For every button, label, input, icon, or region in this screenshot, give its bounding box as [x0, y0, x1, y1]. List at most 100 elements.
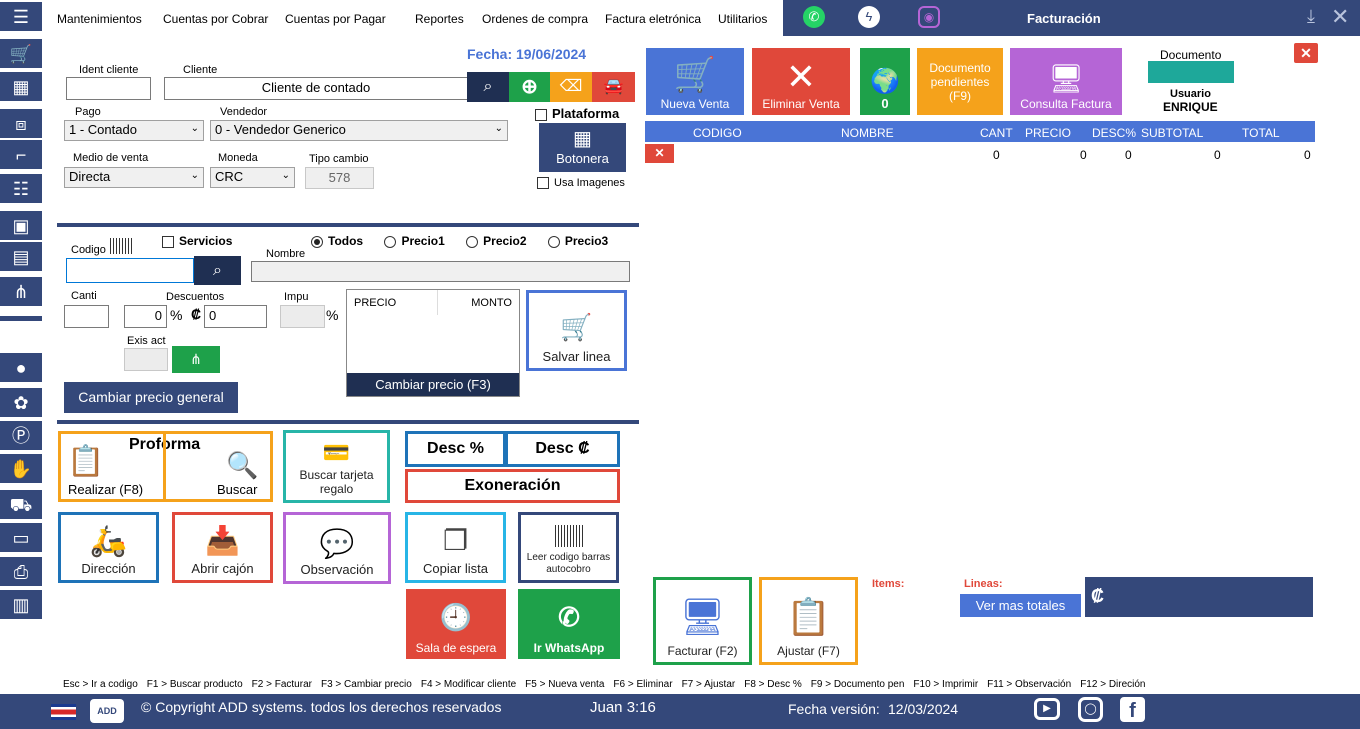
proforma-realizar-button[interactable]: Realizar (F8)	[68, 482, 143, 497]
eraser-button[interactable]: ⌫	[550, 72, 592, 102]
medio-select[interactable]: Directa ⌄	[64, 167, 204, 188]
network-icon[interactable]: ⋔	[0, 277, 42, 306]
user-icon[interactable]: ●	[0, 353, 42, 382]
calculator-icon[interactable]: ▤	[0, 242, 42, 271]
whatsapp-icon[interactable]: ✆	[803, 6, 825, 28]
cambiar-precio-button[interactable]: Cambiar precio (F3)	[347, 373, 519, 396]
close-form-button[interactable]: ✕	[1294, 43, 1318, 63]
sala-espera-button[interactable]: 🕘 Sala de espera	[406, 589, 506, 659]
dolly-icon[interactable]: ⌐	[0, 140, 42, 169]
proforma-buscar-button[interactable]: Buscar	[217, 482, 257, 497]
pago-select[interactable]: 1 - Contado ⌄	[64, 120, 204, 141]
cliente-input[interactable]: Cliente de contado	[164, 77, 468, 100]
moneda-select[interactable]: CRC ⌄	[210, 167, 295, 188]
copiar-lista-button[interactable]: ❐ Copiar lista	[405, 512, 506, 583]
descuento-pct-input[interactable]: 0	[124, 305, 167, 328]
instagram-icon[interactable]: ◉	[918, 6, 940, 28]
add-client-button[interactable]: ⊕	[509, 72, 550, 102]
menu-cuentas-pagar[interactable]: Cuentas por Pagar	[285, 12, 386, 26]
desc-pct-button[interactable]: Desc %	[405, 431, 506, 467]
impu-input[interactable]	[280, 305, 325, 328]
building-icon[interactable]: ▥	[0, 590, 42, 619]
sala-espera-label: Sala de espera	[415, 641, 497, 655]
ajustar-button[interactable]: 📋 Ajustar (F7)	[759, 577, 858, 665]
ident-cliente-input[interactable]	[66, 77, 151, 100]
direccion-button[interactable]: 🛵 Dirección	[58, 512, 159, 583]
usa-imagenes-checkbox[interactable]: Usa Imagenes	[537, 177, 625, 190]
buscar-tarjeta-button[interactable]: 💳 Buscar tarjeta regalo	[283, 430, 390, 503]
download-icon[interactable]: ⤓	[1307, 6, 1315, 27]
col-desc: DESC%	[1092, 126, 1137, 140]
usuario-label: Usuario	[1170, 88, 1211, 100]
nueva-venta-button[interactable]: 🛒 Nueva Venta	[646, 48, 744, 115]
car-button[interactable]: 🚘	[592, 72, 635, 102]
table-row[interactable]: ✕ 0 0 0 0 0	[645, 143, 1315, 163]
radio-todos-label: Todos	[328, 234, 364, 248]
exoneracion-button[interactable]: Exoneración	[405, 469, 620, 503]
doc-pendientes-button[interactable]: Documento pendientes (F9)	[917, 48, 1003, 115]
menu-reportes[interactable]: Reportes	[415, 12, 464, 26]
cart-icon[interactable]: 🛒	[0, 39, 42, 68]
chevron-down-icon: ⌄	[281, 170, 290, 181]
descuento-monto-input[interactable]: 0	[204, 305, 267, 328]
id-card-icon[interactable]: ▭	[0, 523, 42, 552]
vendedor-select[interactable]: 0 - Vendedor Generico ⌄	[210, 120, 508, 141]
clipboard-icon[interactable]: ☷	[0, 174, 42, 203]
descuentos-label: Descuentos	[166, 291, 225, 303]
truck-icon[interactable]: ⛟	[0, 490, 42, 519]
tipo-cambio-input[interactable]: 578	[305, 167, 374, 189]
vendedor-label: Vendedor	[220, 106, 268, 118]
search-client-button[interactable]: ⌕	[467, 72, 509, 102]
hamburger-menu-icon[interactable]: ☰	[0, 2, 42, 31]
salvar-linea-button[interactable]: 🛒 Salvar linea	[526, 290, 627, 371]
add-logo-icon: ADD	[90, 699, 124, 723]
paw-icon[interactable]: ✿	[0, 388, 42, 417]
consulta-factura-button[interactable]: 🖥 Consulta Factura	[1010, 48, 1122, 115]
instagram-icon[interactable]: ◯	[1078, 697, 1103, 722]
abrir-cajon-button[interactable]: 📥 Abrir cajón	[172, 512, 273, 583]
cash-icon[interactable]: ▣	[0, 211, 42, 240]
tree-button[interactable]: ⋔	[172, 346, 220, 373]
ir-whatsapp-button[interactable]: ✆ Ir WhatsApp	[518, 589, 620, 659]
checkbox-icon	[535, 108, 547, 121]
search-product-button[interactable]: ⌕	[194, 256, 241, 285]
hands-icon[interactable]: ✋	[0, 454, 42, 483]
leer-codigo-button[interactable]: Leer codigo barras autocobro	[518, 512, 619, 583]
menu-factura-electronica[interactable]: Factura eletrónica	[605, 12, 701, 26]
delete-row-button[interactable]: ✕	[645, 144, 674, 163]
plataforma-checkbox[interactable]: Plataforma	[535, 106, 619, 121]
lineas-label: Lineas:	[964, 578, 1003, 590]
map-pin-button[interactable]: 🌍 0	[860, 48, 910, 115]
cambiar-precio-general-button[interactable]: Cambiar precio general	[64, 382, 238, 413]
codigo-input[interactable]	[66, 258, 194, 283]
messenger-icon[interactable]: ϟ	[858, 6, 880, 28]
facturar-button[interactable]: 🖥 Facturar (F2)	[653, 577, 752, 665]
desc-colon-button[interactable]: Desc ₡	[505, 431, 620, 467]
youtube-icon[interactable]: ▶	[1034, 698, 1060, 720]
observacion-button[interactable]: 💬 Observación	[283, 512, 391, 584]
menu-utilitarios[interactable]: Utilitarios	[718, 12, 767, 26]
menu-ordenes-compra[interactable]: Ordenes de compra	[482, 12, 588, 26]
ver-mas-totales-button[interactable]: Ver mas totales	[960, 594, 1081, 617]
menu-cuentas-cobrar[interactable]: Cuentas por Cobrar	[163, 12, 268, 26]
radio-precio1[interactable]: Precio1	[384, 234, 445, 248]
section-divider	[57, 420, 639, 424]
parking-icon[interactable]: Ⓟ	[0, 421, 42, 450]
medio-value: Directa	[69, 169, 111, 184]
radio-todos[interactable]: Todos	[311, 234, 363, 248]
nombre-input[interactable]	[251, 261, 630, 282]
botonera-button[interactable]: ▦ Botonera	[539, 123, 626, 172]
canti-input[interactable]	[64, 305, 109, 328]
boxes-icon[interactable]: ⧈	[0, 109, 42, 138]
close-icon[interactable]: ✕	[1331, 4, 1349, 30]
eliminar-venta-button[interactable]: ✕ Eliminar Venta	[752, 48, 850, 115]
box-icon[interactable]: ▦	[0, 72, 42, 101]
radio-precio3[interactable]: Precio3	[547, 234, 608, 248]
printer-icon[interactable]: ⎙	[0, 557, 42, 586]
menu-mantenimientos[interactable]: Mantenimientos	[57, 12, 142, 26]
facebook-icon[interactable]: f	[1120, 697, 1145, 722]
col-total: TOTAL	[1242, 126, 1280, 140]
servicios-checkbox[interactable]: Servicios	[162, 234, 232, 248]
radio-precio2[interactable]: Precio2	[466, 234, 527, 248]
chevron-down-icon: ⌄	[190, 170, 199, 181]
